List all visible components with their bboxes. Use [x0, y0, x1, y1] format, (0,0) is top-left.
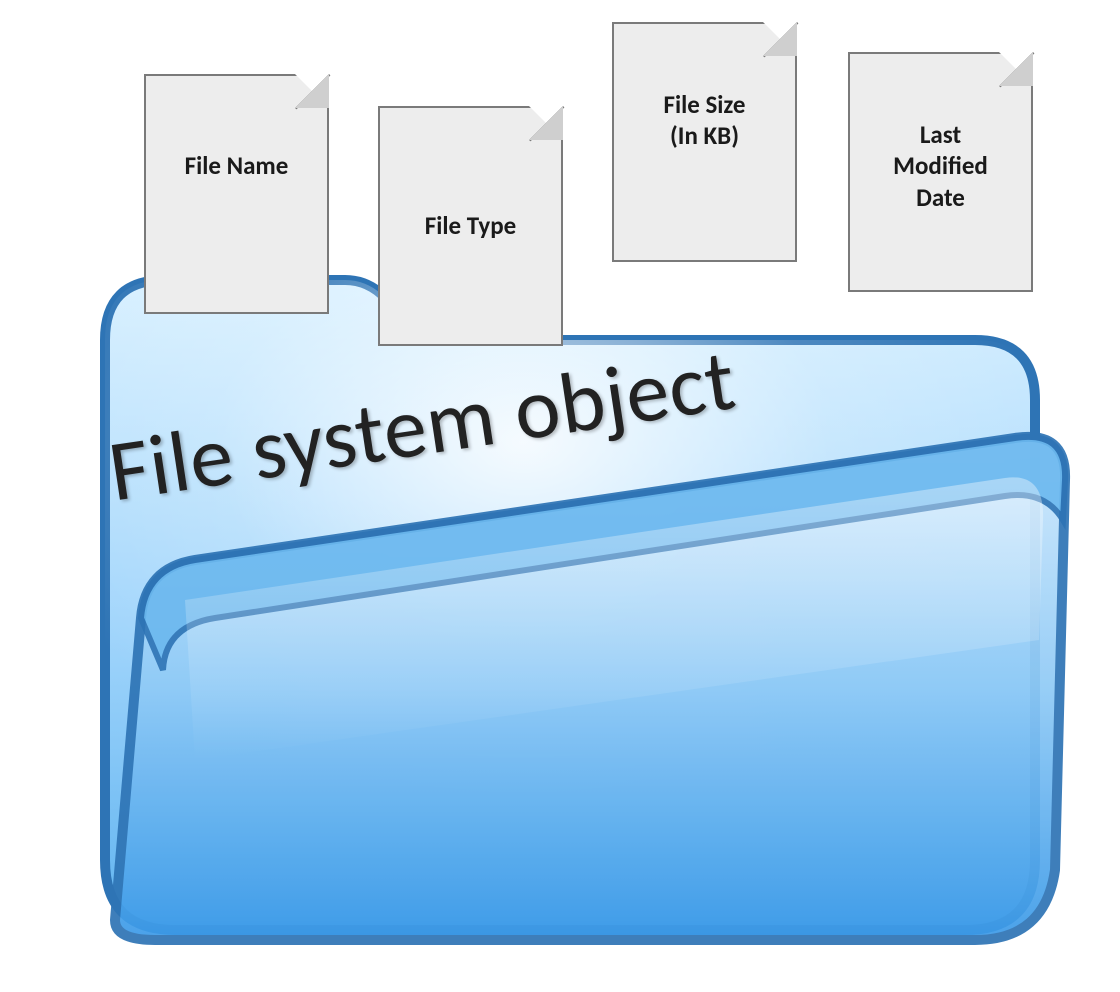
doc-last-modified-label: LastModifiedDate: [893, 119, 988, 213]
doc-file-size: File Size(In KB): [612, 22, 797, 262]
folder-title: File system object: [102, 279, 1067, 525]
doc-file-name-label: File Name: [185, 150, 289, 181]
doc-file-size-label: File Size(In KB): [663, 89, 745, 152]
diagram-canvas: File system object File Name File Type F…: [0, 0, 1120, 992]
doc-file-type-label: File Type: [425, 210, 516, 241]
doc-file-name: File Name: [144, 74, 329, 314]
doc-last-modified: LastModifiedDate: [848, 52, 1033, 292]
doc-file-type: File Type: [378, 106, 563, 346]
